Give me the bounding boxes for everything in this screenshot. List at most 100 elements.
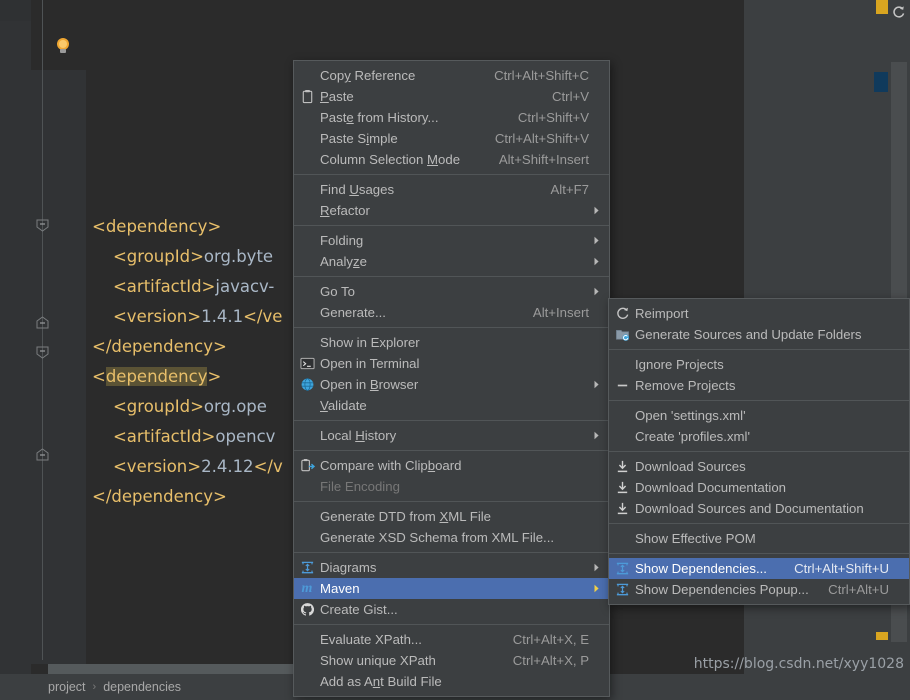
- menu-item-icon-placeholder: [609, 408, 635, 424]
- menu-item-label: Open in Browser: [320, 377, 419, 392]
- menu-item-label: Generate DTD from XML File: [320, 509, 492, 524]
- menu-item-remove-projects[interactable]: Remove Projects: [609, 375, 909, 396]
- menu-item-show-in-explorer[interactable]: Show in Explorer: [294, 332, 609, 353]
- fold-marker-collapse-2[interactable]: [36, 346, 49, 359]
- menu-item-paste-simple[interactable]: Paste Simple Ctrl+Alt+Shift+V: [294, 128, 609, 149]
- menu-item-generate-sources-and-update-folders[interactable]: Generate Sources and Update Folders: [609, 324, 909, 345]
- chevron-right-icon: [589, 257, 603, 266]
- editor-gutter[interactable]: [31, 0, 87, 674]
- menu-item-icon-placeholder: [609, 357, 635, 373]
- menu-item-shortcut: Ctrl+Alt+Shift+C: [494, 68, 589, 83]
- menu-item-label: Paste: [320, 89, 354, 104]
- fold-marker-collapse[interactable]: [36, 219, 49, 232]
- marker-warning-bottom[interactable]: [876, 632, 888, 640]
- menu-item-compare-with-clipboard[interactable]: Compare with Clipboard: [294, 455, 609, 476]
- menu-item-icon-placeholder: [294, 428, 320, 444]
- menu-separator: [609, 553, 909, 554]
- lightbulb-icon[interactable]: [54, 36, 72, 56]
- menu-item-icon-placeholder: [294, 233, 320, 249]
- menu-item-label: Paste Simple: [320, 131, 398, 146]
- editor-context-menu[interactable]: Copy Reference Ctrl+Alt+Shift+C Paste Ctrl+…: [293, 60, 610, 697]
- menu-item-label: Download Documentation: [635, 480, 787, 495]
- menu-item-local-history[interactable]: Local History: [294, 425, 609, 446]
- menu-item-show-dependencies-popup[interactable]: Show Dependencies Popup... Ctrl+Alt+U: [609, 579, 909, 600]
- menu-item-open-settings-xml[interactable]: Open 'settings.xml': [609, 405, 909, 426]
- menu-item-validate[interactable]: Validate: [294, 395, 609, 416]
- menu-item-generate-xsd-schema-from-xml-file[interactable]: Generate XSD Schema from XML File...: [294, 527, 609, 548]
- menu-item-file-encoding: File Encoding: [294, 476, 609, 497]
- menu-item-label: Show Dependencies Popup...: [635, 582, 809, 597]
- menu-item-label: Compare with Clipboard: [320, 458, 462, 473]
- menu-item-download-documentation[interactable]: Download Documentation: [609, 477, 909, 498]
- menu-item-diagrams[interactable]: Diagrams: [294, 557, 609, 578]
- menu-item-create-profiles-xml[interactable]: Create 'profiles.xml': [609, 426, 909, 447]
- chevron-right-icon: [589, 563, 603, 572]
- menu-item-show-effective-pom[interactable]: Show Effective POM: [609, 528, 909, 549]
- menu-item-shortcut: Ctrl+V: [551, 89, 589, 104]
- marker-info[interactable]: [874, 72, 888, 92]
- menu-item-label: Go To: [320, 284, 355, 299]
- menu-item-generate-dtd-from-xml-file[interactable]: Generate DTD from XML File: [294, 506, 609, 527]
- chevron-right-icon: [589, 380, 603, 389]
- menu-item-paste[interactable]: Paste Ctrl+V: [294, 86, 609, 107]
- menu-separator: [294, 420, 609, 421]
- menu-item-create-gist[interactable]: Create Gist...: [294, 599, 609, 620]
- compare-clipboard-icon: [294, 458, 320, 474]
- menu-separator: [609, 523, 909, 524]
- menu-item-show-dependencies[interactable]: Show Dependencies... Ctrl+Alt+Shift+U: [609, 558, 909, 579]
- menu-item-open-in-browser[interactable]: Open in Browser: [294, 374, 609, 395]
- menu-item-icon-placeholder: [609, 429, 635, 445]
- github-icon: [294, 602, 320, 618]
- breadcrumb-item-dependencies[interactable]: dependencies: [103, 680, 181, 694]
- menu-item-icon-placeholder: [294, 68, 320, 84]
- menu-item-reimport[interactable]: Reimport: [609, 303, 909, 324]
- menu-item-download-sources-and-documentation[interactable]: Download Sources and Documentation: [609, 498, 909, 519]
- menu-item-open-in-terminal[interactable]: Open in Terminal: [294, 353, 609, 374]
- chevron-right-icon: [589, 584, 603, 593]
- menu-item-shortcut: Ctrl+Alt+Shift+V: [494, 131, 589, 146]
- menu-item-label: Ignore Projects: [635, 357, 724, 372]
- refresh-icon[interactable]: [888, 2, 908, 22]
- chevron-right-icon: [589, 236, 603, 245]
- clipboard-icon: [294, 89, 320, 105]
- fold-marker-end-2[interactable]: [36, 448, 49, 461]
- menu-item-refactor[interactable]: Refactor: [294, 200, 609, 221]
- menu-item-label: Paste from History...: [320, 110, 439, 125]
- menu-item-analyze[interactable]: Analyze: [294, 251, 609, 272]
- menu-item-show-unique-xpath[interactable]: Show unique XPath Ctrl+Alt+X, P: [294, 650, 609, 671]
- menu-item-generate[interactable]: Generate... Alt+Insert: [294, 302, 609, 323]
- menu-item-label: Local History: [320, 428, 397, 443]
- menu-item-ignore-projects[interactable]: Ignore Projects: [609, 354, 909, 375]
- menu-item-copy-reference[interactable]: Copy Reference Ctrl+Alt+Shift+C: [294, 65, 609, 86]
- menu-item-label: File Encoding: [320, 479, 400, 494]
- menu-item-shortcut: Alt+F7: [550, 182, 589, 197]
- menu-item-add-as-ant-build-file[interactable]: Add as Ant Build File: [294, 671, 609, 692]
- breadcrumb-item-project[interactable]: project: [48, 680, 86, 694]
- fold-marker-end[interactable]: [36, 316, 49, 329]
- globe-icon: [294, 377, 320, 393]
- menu-item-label: Show Dependencies...: [635, 561, 767, 576]
- menu-item-icon-placeholder: [294, 479, 320, 495]
- menu-item-label: Folding: [320, 233, 364, 248]
- marker-warning-top[interactable]: [876, 0, 888, 14]
- menu-item-label: Download Sources: [635, 459, 746, 474]
- menu-item-column-selection-mode[interactable]: Column Selection Mode Alt+Shift+Insert: [294, 149, 609, 170]
- menu-item-label: Evaluate XPath...: [320, 632, 422, 647]
- menu-item-label: Create Gist...: [320, 602, 398, 617]
- maven-submenu[interactable]: Reimport Generate Sources and Update Fold…: [608, 298, 910, 605]
- menu-item-icon-placeholder: [294, 653, 320, 669]
- menu-item-label: Analyze: [320, 254, 367, 269]
- menu-item-folding[interactable]: Folding: [294, 230, 609, 251]
- menu-item-label: Show Effective POM: [635, 531, 756, 546]
- menu-item-go-to[interactable]: Go To: [294, 281, 609, 302]
- menu-item-label: Reimport: [635, 306, 689, 321]
- menu-item-shortcut: Ctrl+Shift+V: [517, 110, 589, 125]
- menu-item-download-sources[interactable]: Download Sources: [609, 456, 909, 477]
- menu-item-evaluate-xpath[interactable]: Evaluate XPath... Ctrl+Alt+X, E: [294, 629, 609, 650]
- maven-icon: m: [301, 580, 313, 596]
- menu-item-icon-placeholder: [294, 335, 320, 351]
- menu-item-paste-from-history[interactable]: Paste from History... Ctrl+Shift+V: [294, 107, 609, 128]
- menu-item-maven[interactable]: m Maven: [294, 578, 609, 599]
- menu-item-find-usages[interactable]: Find Usages Alt+F7: [294, 179, 609, 200]
- menu-item-label: Validate: [320, 398, 367, 413]
